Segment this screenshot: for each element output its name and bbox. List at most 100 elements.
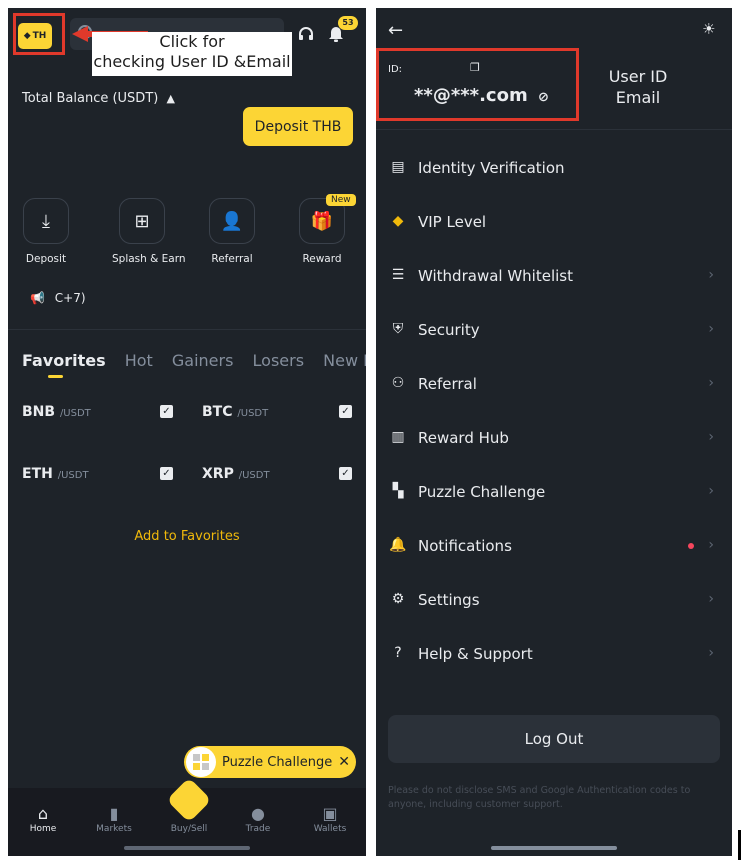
tab-losers[interactable]: Losers [253, 351, 305, 370]
home-screen: ◆ TH Click for checking User ID &Email 5… [8, 8, 366, 856]
checkbox-btc[interactable]: ✓ [339, 405, 352, 418]
pair-base: XRP [202, 466, 234, 482]
eye-off-icon[interactable]: ⊘ [538, 90, 549, 105]
menu-label: Help & Support [418, 645, 533, 663]
close-icon[interactable]: ✕ [338, 754, 350, 770]
pair-quote: /USDT [57, 470, 89, 481]
menu-label: Settings [418, 591, 480, 609]
quick-action-referral[interactable]: 👤 Referral [202, 198, 262, 265]
chevron-right-icon: › [708, 429, 714, 445]
favorite-pair-eth: ETH /USDT [22, 466, 89, 482]
headset-icon[interactable] [298, 26, 314, 42]
menu-security[interactable]: ⛨ Security › [376, 305, 732, 359]
profile-menu-screen: ← ☀ ID: ❐ **@***.com ⊘ User ID Email ▤ I… [376, 8, 732, 856]
total-balance-text: Total Balance (USDT) [22, 91, 159, 106]
checkbox-bnb[interactable]: ✓ [160, 405, 173, 418]
menu-identity-verification[interactable]: ▤ Identity Verification [376, 143, 732, 197]
menu-referral[interactable]: ⚇ Referral › [376, 359, 732, 413]
menu-label: Notifications [418, 537, 512, 555]
chevron-right-icon: › [708, 591, 714, 607]
menu-label: Withdrawal Whitelist [418, 267, 573, 285]
checkbox-xrp[interactable]: ✓ [339, 467, 352, 480]
quick-action-label: Deposit [25, 253, 67, 265]
user-email: **@***.com ⊘ [414, 85, 549, 106]
tab-new-listing[interactable]: New Listin [323, 351, 366, 370]
menu-label: Referral [418, 375, 477, 393]
deposit-thb-button[interactable]: Deposit THB [243, 107, 353, 146]
menu-withdrawal-whitelist[interactable]: ☰ Withdrawal Whitelist › [376, 251, 732, 305]
menu-reward-hub[interactable]: ▥ Reward Hub › [376, 413, 732, 467]
home-indicator [491, 846, 617, 850]
annotation-text: Click for checking User ID &Email [92, 32, 292, 76]
text-cursor [738, 830, 741, 860]
menu-label: Security [418, 321, 480, 339]
market-tabs: Favorites Hot Gainers Losers New Listin [22, 351, 366, 370]
menu-help-support[interactable]: ? Help & Support › [376, 629, 732, 683]
menu-vip-level[interactable]: ◆ VIP Level [376, 197, 732, 251]
checkbox-eth[interactable]: ✓ [160, 467, 173, 480]
menu-label: Reward Hub [418, 429, 509, 447]
menu-label: VIP Level [418, 213, 487, 231]
nav-wallets[interactable]: ▣ Wallets [300, 804, 360, 834]
menu-notifications[interactable]: 🔔 Notifications › [376, 521, 732, 575]
total-balance-label[interactable]: Total Balance (USDT) ▲ [22, 91, 175, 106]
logout-button[interactable]: Log Out [388, 715, 720, 763]
pair-base: BTC [202, 404, 233, 420]
nav-markets[interactable]: ▮ Markets [84, 804, 144, 834]
favorite-pair-xrp: XRP /USDT [202, 466, 270, 482]
menu-puzzle-challenge[interactable]: ▚ Puzzle Challenge › [376, 467, 732, 521]
pair-quote: /USDT [237, 408, 269, 419]
nav-label: Home [29, 824, 57, 834]
gamepad-icon: ⊞ [119, 198, 165, 244]
menu-label: Identity Verification [418, 159, 565, 177]
puzzle-challenge-pill[interactable]: Puzzle Challenge ✕ [184, 746, 356, 778]
tab-favorites[interactable]: Favorites [22, 351, 106, 370]
nav-label: Markets [96, 824, 132, 834]
pair-quote: /USDT [238, 470, 270, 481]
notification-badge: 53 [338, 16, 358, 30]
nav-trade[interactable]: ● Trade [228, 804, 288, 834]
diamond-icon: ◆ [392, 213, 404, 229]
add-user-icon: ⚇ [391, 375, 405, 391]
quick-action-label: Splash & Earn [112, 253, 186, 265]
copy-icon[interactable]: ❐ [470, 61, 480, 74]
pair-base: ETH [22, 466, 53, 482]
add-to-favorites-button[interactable]: Add to Favorites [8, 529, 366, 544]
home-icon: ⌂ [37, 804, 49, 823]
chevron-up-icon: ▲ [166, 92, 175, 105]
chevron-right-icon: › [708, 537, 714, 553]
theme-toggle-icon[interactable]: ☀ [702, 20, 715, 38]
nav-home[interactable]: ⌂ Home [13, 804, 73, 834]
tab-hot[interactable]: Hot [125, 351, 153, 370]
chevron-right-icon: › [708, 375, 714, 391]
quick-action-reward[interactable]: 🎁 Reward [292, 198, 352, 265]
id-card-icon: ▤ [391, 159, 405, 175]
section-divider [8, 329, 366, 330]
gear-icon: ⚙ [391, 591, 405, 607]
announcement-text: C+7) [54, 291, 86, 305]
pair-quote: /USDT [59, 408, 91, 419]
highlight-box [13, 13, 65, 55]
chevron-right-icon: › [708, 267, 714, 283]
security-disclaimer: Please do not disclose SMS and Google Au… [388, 785, 691, 810]
list-icon: ☰ [391, 267, 405, 283]
reward-icon: ▥ [391, 429, 405, 445]
nav-buysell[interactable]: Buy/Sell [159, 804, 219, 834]
quick-action-splash-earn[interactable]: ⊞ Splash & Earn [112, 198, 186, 265]
tab-gainers[interactable]: Gainers [172, 351, 234, 370]
shield-icon: ⛨ [392, 321, 404, 337]
announcement-bar[interactable]: 📢 C+7) [30, 291, 86, 305]
nav-label: Buy/Sell [170, 824, 208, 834]
chevron-right-icon: › [708, 645, 714, 661]
add-user-icon: 👤 [209, 198, 255, 244]
user-id-label: ID: [388, 64, 403, 75]
megaphone-icon: 📢 [30, 291, 45, 305]
deposit-icon: ⤓ [23, 198, 69, 244]
menu-settings[interactable]: ⚙ Settings › [376, 575, 732, 629]
email-text: **@***.com [414, 85, 528, 106]
quick-action-label: Referral [211, 253, 253, 265]
chevron-right-icon: › [708, 483, 714, 499]
back-arrow-icon[interactable]: ← [388, 20, 403, 41]
quick-action-deposit[interactable]: ⤓ Deposit [16, 198, 76, 265]
